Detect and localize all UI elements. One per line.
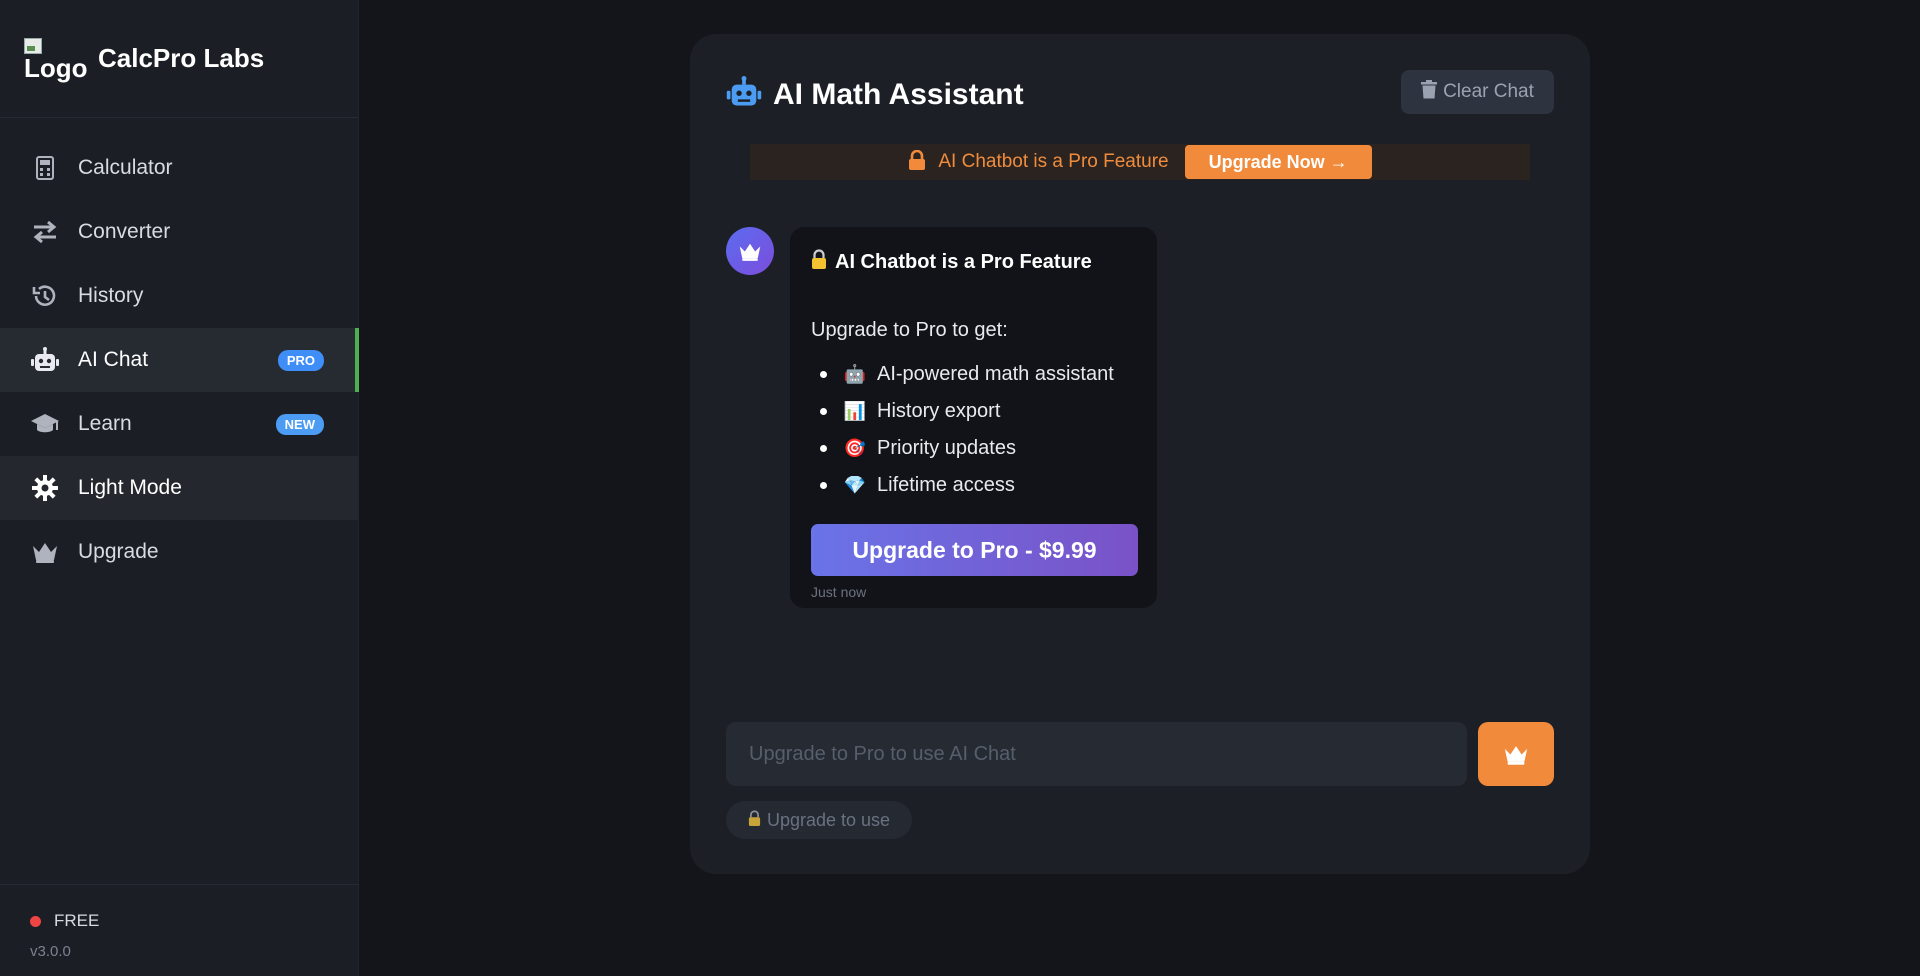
plan-status: FREE <box>30 911 359 931</box>
crown-icon <box>739 243 761 261</box>
sidebar-footer: FREE v3.0.0 <box>0 884 359 976</box>
arrows-swap-icon <box>30 217 60 247</box>
robot-icon <box>30 345 60 375</box>
robot-icon <box>725 76 763 113</box>
list-item: 🤖 AI-powered math assistant <box>811 356 1136 393</box>
logo-alt-text: Logo <box>24 52 88 83</box>
page-title: AI Math Assistant <box>773 77 1024 111</box>
list-item: 🎯 Priority updates <box>811 430 1136 467</box>
sidebar-nav: Calculator Converter History AI Chat PRO <box>0 118 359 584</box>
sidebar-item-light-mode[interactable]: Light Mode <box>0 456 358 520</box>
assistant-avatar <box>726 227 774 275</box>
gem-emoji-icon: 💎 <box>843 475 867 495</box>
new-badge: NEW <box>275 413 324 435</box>
upgrade-to-pro-button[interactable]: Upgrade to Pro - $9.99 <box>811 524 1138 576</box>
gear-icon <box>30 473 60 503</box>
assistant-message: AI Chatbot is a Pro Feature Upgrade to P… <box>790 227 1157 608</box>
message-timestamp: Just now <box>811 584 867 600</box>
lock-icon <box>908 149 926 175</box>
sidebar-item-converter[interactable]: Converter <box>0 200 358 264</box>
graduation-cap-icon <box>30 409 60 439</box>
lock-icon <box>748 809 761 831</box>
sidebar-item-history[interactable]: History <box>0 264 358 328</box>
sidebar-item-calculator[interactable]: Calculator <box>0 136 358 200</box>
upgrade-hint: Upgrade to use <box>726 801 912 839</box>
app-version: v3.0.0 <box>30 943 71 960</box>
sidebar-item-upgrade[interactable]: Upgrade <box>0 520 358 584</box>
history-icon <box>30 281 60 311</box>
banner-text: AI Chatbot is a Pro Feature <box>938 151 1169 172</box>
trash-icon <box>1421 79 1443 105</box>
feature-text: Lifetime access <box>877 474 1015 496</box>
broken-image-icon <box>24 37 42 54</box>
sidebar-item-label: AI Chat <box>78 348 149 371</box>
clear-chat-label: Clear Chat <box>1443 81 1534 102</box>
status-dot-icon <box>30 915 41 927</box>
clear-chat-button[interactable]: Clear Chat <box>1401 70 1554 114</box>
target-emoji-icon: 🎯 <box>843 438 867 458</box>
list-item: 💎 Lifetime access <box>811 467 1136 504</box>
plan-label: FREE <box>54 911 100 930</box>
sidebar-item-learn[interactable]: Learn NEW <box>0 392 358 456</box>
chat-header: AI Math Assistant <box>725 76 1024 113</box>
lock-icon <box>811 249 827 275</box>
pro-feature-banner: AI Chatbot is a Pro Feature Upgrade Now … <box>750 144 1530 180</box>
feature-text: History export <box>877 400 1001 422</box>
sidebar-item-ai-chat[interactable]: AI Chat PRO <box>0 328 359 392</box>
upgrade-hint-text: Upgrade to use <box>766 809 891 830</box>
send-button[interactable] <box>1478 722 1554 786</box>
sidebar: Logo CalcPro Labs Calculator Converter H… <box>0 0 359 976</box>
feature-list: 🤖 AI-powered math assistant 📊 History expo… <box>811 356 1136 504</box>
message-intro: Upgrade to Pro to get: <box>811 319 1008 341</box>
sidebar-item-label: History <box>78 284 144 307</box>
upgrade-now-button[interactable]: Upgrade Now → <box>1184 145 1372 179</box>
brand-name: CalcPro Labs <box>98 43 265 73</box>
sidebar-item-label: Learn <box>78 412 132 435</box>
sidebar-item-label: Light Mode <box>78 476 182 499</box>
message-title-text: AI Chatbot is a Pro Feature <box>835 250 1092 273</box>
brand[interactable]: Logo CalcPro Labs <box>0 0 358 118</box>
calculator-icon <box>30 153 60 183</box>
robot-emoji-icon: 🤖 <box>843 364 867 384</box>
bar-chart-emoji-icon: 📊 <box>843 401 867 421</box>
pro-badge: PRO <box>277 349 324 371</box>
chat-input[interactable] <box>726 722 1467 786</box>
crown-icon <box>30 537 60 567</box>
crown-icon <box>1504 745 1528 765</box>
logo-image: Logo <box>24 29 88 89</box>
sidebar-item-label: Converter <box>78 220 171 243</box>
list-item: 📊 History export <box>811 393 1136 430</box>
sidebar-item-label: Upgrade <box>78 540 159 563</box>
chat-card: AI Math Assistant Clear Chat AI Chatbot … <box>690 34 1590 874</box>
feature-text: AI-powered math assistant <box>877 363 1114 385</box>
feature-text: Priority updates <box>877 437 1016 459</box>
sidebar-item-label: Calculator <box>78 156 173 179</box>
message-title: AI Chatbot is a Pro Feature <box>811 249 1136 275</box>
